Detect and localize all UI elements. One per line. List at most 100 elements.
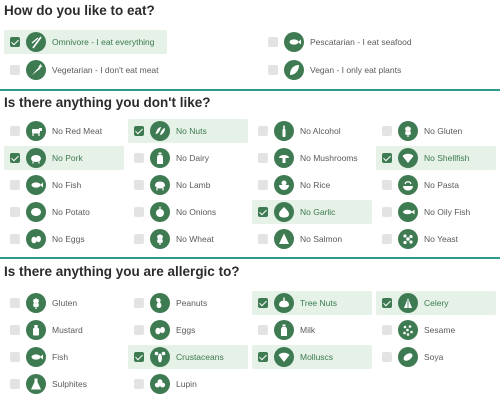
checkbox[interactable] [134, 379, 144, 389]
option-no-onions[interactable]: No Onions [128, 200, 248, 224]
checkbox[interactable] [258, 298, 268, 308]
checkbox[interactable] [134, 234, 144, 244]
carrot-icon [26, 60, 46, 80]
option-no-gluten[interactable]: No Gluten [376, 119, 496, 143]
option-label: No Dairy [176, 153, 210, 163]
checkbox[interactable] [258, 126, 268, 136]
checkbox[interactable] [10, 325, 20, 335]
checkbox[interactable] [382, 298, 392, 308]
checkbox[interactable] [10, 126, 20, 136]
milk-icon [150, 148, 170, 168]
checkbox[interactable] [382, 234, 392, 244]
option-vegetarian-i-don-t-eat-meat[interactable]: Vegetarian - I don't eat meat [4, 58, 167, 82]
option-label: Gluten [52, 298, 78, 308]
option-no-nuts[interactable]: No Nuts [128, 119, 248, 143]
option-celery[interactable]: Celery [376, 291, 496, 315]
option-lupin[interactable]: Lupin [128, 372, 248, 396]
option-pescatarian-i-eat-seafood[interactable]: Pescatarian - I eat seafood [262, 30, 462, 54]
checkbox[interactable] [134, 352, 144, 362]
option-molluscs[interactable]: Molluscs [252, 345, 372, 369]
option-milk[interactable]: Milk [252, 318, 372, 342]
option-label: No Red Meat [52, 126, 103, 136]
checkbox[interactable] [134, 207, 144, 217]
option-no-garlic[interactable]: No Garlic [252, 200, 372, 224]
cow-icon [26, 121, 46, 141]
option-eggs[interactable]: Eggs [128, 318, 248, 342]
checkbox[interactable] [258, 352, 268, 362]
checkbox[interactable] [382, 180, 392, 190]
option-no-lamb[interactable]: No Lamb [128, 173, 248, 197]
option-label: Omnivore - I eat everything [52, 37, 155, 47]
checkbox[interactable] [134, 298, 144, 308]
checkbox[interactable] [10, 234, 20, 244]
option-label: No Onions [176, 207, 217, 217]
checkbox[interactable] [134, 180, 144, 190]
checkbox[interactable] [10, 379, 20, 389]
section1-title: How do you like to eat? [4, 3, 155, 18]
checkbox[interactable] [10, 352, 20, 362]
checkbox[interactable] [134, 153, 144, 163]
option-no-mushrooms[interactable]: No Mushrooms [252, 146, 372, 170]
option-no-eggs[interactable]: No Eggs [4, 227, 124, 251]
checkbox[interactable] [10, 180, 20, 190]
checkbox[interactable] [268, 65, 278, 75]
garlic-icon [274, 202, 294, 222]
checkbox[interactable] [134, 325, 144, 335]
checkbox[interactable] [258, 180, 268, 190]
option-no-fish[interactable]: No Fish [4, 173, 124, 197]
option-no-salmon[interactable]: No Salmon [252, 227, 372, 251]
option-no-alcohol[interactable]: No Alcohol [252, 119, 372, 143]
option-no-shellfish[interactable]: No Shellfish [376, 146, 496, 170]
checkbox[interactable] [258, 234, 268, 244]
option-label: No Potato [52, 207, 90, 217]
checkbox[interactable] [258, 325, 268, 335]
checkbox[interactable] [134, 126, 144, 136]
fish-icon [26, 347, 46, 367]
option-crustaceans[interactable]: Crustaceans [128, 345, 248, 369]
salmon-icon [274, 229, 294, 249]
option-sulphites[interactable]: Sulphites [4, 372, 124, 396]
option-label: Sesame [424, 325, 456, 335]
option-no-rice[interactable]: No Rice [252, 173, 372, 197]
checkbox[interactable] [10, 37, 20, 47]
option-sesame[interactable]: Sesame [376, 318, 496, 342]
option-tree-nuts[interactable]: Tree Nuts [252, 291, 372, 315]
sesame-icon [398, 320, 418, 340]
lamb-icon [150, 175, 170, 195]
option-label: No Wheat [176, 234, 214, 244]
option-omnivore-i-eat-everything[interactable]: Omnivore - I eat everything [4, 30, 167, 54]
checkbox[interactable] [258, 207, 268, 217]
option-no-wheat[interactable]: No Wheat [128, 227, 248, 251]
option-no-pork[interactable]: No Pork [4, 146, 124, 170]
option-label: Eggs [176, 325, 196, 335]
checkbox[interactable] [382, 126, 392, 136]
checkbox[interactable] [268, 37, 278, 47]
pig-icon [26, 148, 46, 168]
option-gluten[interactable]: Gluten [4, 291, 124, 315]
option-peanuts[interactable]: Peanuts [128, 291, 248, 315]
checkbox[interactable] [382, 153, 392, 163]
option-soya[interactable]: Soya [376, 345, 496, 369]
option-fish[interactable]: Fish [4, 345, 124, 369]
option-no-dairy[interactable]: No Dairy [128, 146, 248, 170]
option-no-pasta[interactable]: No Pasta [376, 173, 496, 197]
checkbox[interactable] [382, 325, 392, 335]
checkbox[interactable] [382, 352, 392, 362]
checkbox[interactable] [10, 207, 20, 217]
onion-icon [150, 202, 170, 222]
option-no-oily-fish[interactable]: No Oily Fish [376, 200, 496, 224]
option-no-yeast[interactable]: No Yeast [376, 227, 496, 251]
checkbox[interactable] [258, 153, 268, 163]
option-no-red-meat[interactable]: No Red Meat [4, 119, 124, 143]
checkbox[interactable] [382, 207, 392, 217]
checkbox[interactable] [10, 298, 20, 308]
option-label: No Shellfish [424, 153, 470, 163]
checkbox[interactable] [10, 153, 20, 163]
tree-nut-icon [274, 293, 294, 313]
option-mustard[interactable]: Mustard [4, 318, 124, 342]
checkbox[interactable] [10, 65, 20, 75]
option-label: No Pork [52, 153, 83, 163]
option-no-potato[interactable]: No Potato [4, 200, 124, 224]
option-label: No Gluten [424, 126, 463, 136]
option-vegan-i-only-eat-plants[interactable]: Vegan - I only eat plants [262, 58, 462, 82]
